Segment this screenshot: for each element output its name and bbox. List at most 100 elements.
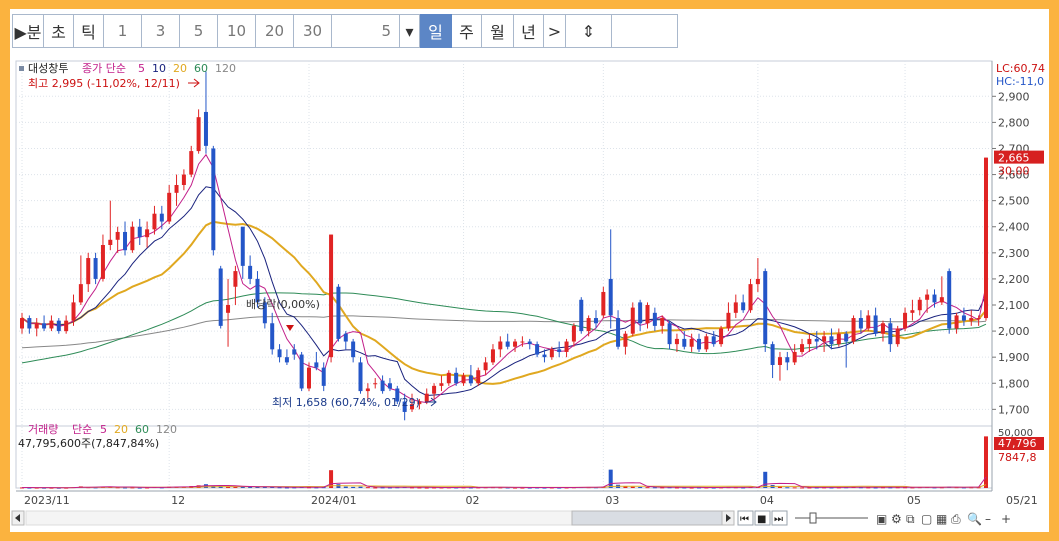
expand-button[interactable]: ⇕: [566, 14, 612, 48]
candle-body: [984, 157, 988, 319]
gear-icon: ⚙: [891, 512, 902, 526]
legend-volume-ma-period: 5: [100, 423, 107, 436]
interval-10-button[interactable]: 10: [218, 14, 256, 48]
candle-body: [925, 294, 930, 300]
chart-settings-icon: ▣: [876, 512, 887, 526]
zoom-slider-handle[interactable]: [809, 512, 817, 524]
candle-body: [593, 318, 598, 324]
candle-body: [314, 362, 319, 368]
interval-5-button[interactable]: 5: [180, 14, 218, 48]
candle-body: [71, 302, 76, 321]
candle-body: [27, 318, 32, 329]
volume-bar: [365, 487, 370, 489]
candle-body: [284, 357, 289, 363]
candle-body: [814, 338, 819, 342]
legend-volume-ma-label: 단순: [72, 423, 92, 436]
period-min-button[interactable]: ▶분: [12, 14, 44, 48]
candle-body: [56, 320, 61, 332]
candle-body: [549, 349, 554, 358]
candle-body: [836, 333, 841, 345]
candle-body: [513, 341, 518, 347]
candle-body: [218, 268, 223, 326]
candle-body: [424, 393, 429, 402]
y-tick-label: 2,100: [998, 299, 1030, 312]
y-tick-label: 1,700: [998, 403, 1030, 416]
y-tick-label: 2,900: [998, 90, 1030, 103]
candle-body: [439, 383, 444, 386]
candle-body: [807, 338, 812, 345]
candle-body: [667, 323, 672, 345]
candle-body: [785, 357, 790, 363]
volume-bar: [373, 487, 378, 489]
period-year-button[interactable]: 년: [514, 14, 544, 48]
next-button[interactable]: >: [544, 14, 566, 48]
candle-body: [468, 375, 473, 384]
candle-body: [601, 291, 606, 316]
period-sec-button[interactable]: 초: [44, 14, 74, 48]
stock-chart-svg[interactable]: 1,700 1,800 1,900 2,000 2,100 2,200 2,300 2,400…: [10, 55, 1049, 532]
y-tick-label: 1,800: [998, 377, 1030, 390]
candle-body: [976, 318, 981, 320]
candle-body: [557, 349, 562, 352]
y-tick-label: 2,000: [998, 325, 1030, 338]
volume-bar: [800, 487, 805, 489]
candle-body: [579, 299, 584, 332]
period-day-button[interactable]: 일: [420, 14, 452, 48]
candle-body: [365, 388, 370, 392]
legend-marker: [19, 66, 24, 71]
candle-body: [586, 318, 591, 332]
candle-body: [159, 213, 164, 222]
candle-body: [86, 258, 91, 285]
interval-20-button[interactable]: 20: [256, 14, 294, 48]
scroll-thumb[interactable]: [571, 510, 723, 526]
period-month-button[interactable]: 월: [482, 14, 514, 48]
scroll-track[interactable]: [25, 510, 573, 526]
toolbar: ▶분 초 틱 1 3 5 10 20 30 5 ▾ 일 주 월 년 > ⇕: [12, 13, 678, 49]
candle-body: [373, 383, 378, 385]
candle-body: [542, 354, 547, 358]
interval-custom-input[interactable]: 5: [332, 14, 400, 48]
minus-icon: –: [985, 512, 991, 526]
candle-body: [454, 372, 459, 384]
candle-body: [461, 375, 466, 384]
candle-body: [954, 315, 959, 329]
candle-body: [100, 245, 105, 279]
volume-bar: [984, 436, 988, 488]
candle-body: [616, 318, 621, 347]
candle-body: [115, 231, 120, 240]
ex-dividend-annotation: 배당락(0,00%): [246, 298, 320, 311]
period-tick-button[interactable]: 틱: [74, 14, 104, 48]
candle-body: [292, 349, 297, 355]
candle-body: [763, 271, 768, 345]
candle-body: [181, 174, 186, 185]
period-week-button[interactable]: 주: [452, 14, 482, 48]
nav-stop-icon: ■: [757, 514, 766, 525]
candle-body: [689, 338, 694, 347]
candle-body: [719, 328, 724, 345]
legend-ma-label: 종가 단순: [82, 62, 126, 75]
candle-body: [321, 367, 326, 386]
chart-area[interactable]: 1,700 1,800 1,900 2,000 2,100 2,200 2,300 2,400…: [10, 55, 1049, 532]
candle-body: [196, 117, 201, 152]
interval-3-button[interactable]: 3: [142, 14, 180, 48]
candle-body: [932, 294, 937, 303]
candle-body: [34, 323, 39, 329]
y-tick-label: 2,500: [998, 195, 1030, 208]
candle-body: [248, 265, 253, 279]
legend-ma-period: 5: [138, 62, 145, 75]
candle-body: [682, 338, 687, 347]
legend-ma-period: 20: [173, 62, 187, 75]
candle-body: [226, 305, 231, 313]
candle-body: [800, 344, 805, 352]
interval-dropdown-button[interactable]: ▾: [400, 14, 420, 48]
candle-body: [299, 354, 304, 389]
interval-1-button[interactable]: 1: [104, 14, 142, 48]
candle-body: [432, 385, 437, 394]
candle-body: [78, 284, 83, 303]
candle-body: [939, 297, 944, 303]
candle-body: [888, 323, 893, 345]
toolbar-blank-input[interactable]: [612, 14, 678, 48]
candle-body: [660, 318, 665, 326]
interval-30-button[interactable]: 30: [294, 14, 332, 48]
x-last-date-label: 05/21: [1006, 494, 1038, 507]
